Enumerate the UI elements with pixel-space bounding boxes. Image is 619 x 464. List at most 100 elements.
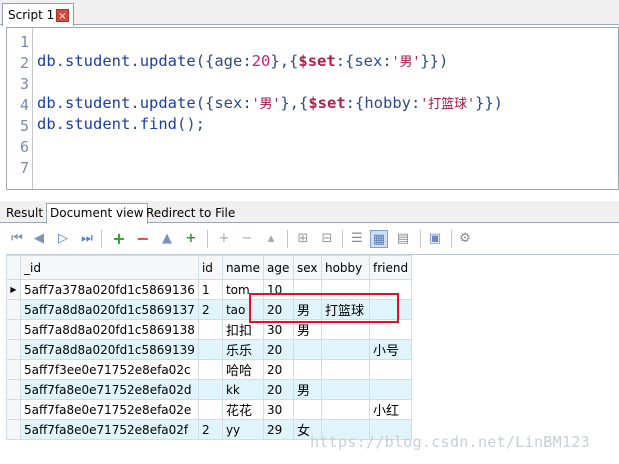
table-cell[interactable]: 乐乐: [221, 339, 264, 360]
table-cell[interactable]: yy: [221, 419, 264, 440]
table-cell[interactable]: 5aff7fa8e0e71752e8efa02d: [20, 379, 199, 400]
table-cell[interactable]: [320, 379, 370, 400]
up-icon[interactable]: ▲: [158, 230, 176, 248]
toolbar-divider: [207, 230, 208, 248]
tab-result[interactable]: Result: [3, 204, 46, 223]
insert-row-icon[interactable]: +: [215, 230, 233, 248]
table-cell[interactable]: 5aff7a8d8a020fd1c5869138: [20, 319, 199, 340]
table-row[interactable]: 5aff7f3ee0e71752e8efa02c 哈哈 20: [6, 359, 413, 380]
code-token: db: [37, 52, 56, 70]
text-view-icon[interactable]: ▤: [394, 230, 412, 248]
column-header[interactable]: _id: [20, 255, 199, 280]
table-cell[interactable]: 5aff7fa8e0e71752e8efa02f: [20, 419, 199, 440]
table-cell[interactable]: [197, 339, 223, 360]
code-line-4: db.student.update({sex:'男'},{$set:{hobby…: [37, 93, 503, 115]
table-cell[interactable]: 男: [292, 379, 322, 400]
row-indicator: [6, 299, 21, 320]
tab-redirect-to-file[interactable]: Redirect to File: [143, 204, 238, 223]
table-cell[interactable]: 哈哈: [221, 359, 264, 380]
line-number: 5: [19, 117, 29, 135]
table-cell[interactable]: [197, 319, 223, 340]
code-token: :{hobby:: [345, 94, 421, 112]
next-icon[interactable]: ▷: [54, 230, 72, 248]
table-cell[interactable]: 29: [262, 419, 294, 440]
table-cell[interactable]: 30: [262, 399, 294, 420]
code-token: ();: [177, 115, 206, 133]
table-row[interactable]: 5aff7fa8e0e71752e8efa02d kk 20 男: [6, 379, 413, 400]
table-cell[interactable]: 5aff7fa8e0e71752e8efa02e: [20, 399, 199, 420]
column-header[interactable]: sex: [292, 255, 322, 280]
toolbar-divider: [451, 230, 452, 248]
script-tab-label: Script 1: [8, 8, 55, 22]
add-icon[interactable]: +: [110, 230, 128, 248]
table-row[interactable]: 5aff7fa8e0e71752e8efa02e 花花 30 小红: [6, 399, 413, 420]
close-icon[interactable]: ×: [56, 9, 69, 22]
column-icon[interactable]: ▴: [262, 230, 280, 248]
table-cell[interactable]: [292, 339, 322, 360]
first-icon[interactable]: ⏮: [8, 230, 26, 248]
table-cell[interactable]: 2: [197, 299, 223, 320]
code-token: .: [130, 52, 140, 70]
code-token: .: [55, 115, 66, 133]
column-header[interactable]: name: [221, 255, 264, 280]
table-cell[interactable]: 2: [197, 419, 223, 440]
table-cell[interactable]: [320, 359, 370, 380]
table-cell[interactable]: [197, 379, 223, 400]
code-token: '打篮球': [420, 97, 475, 112]
table-cell[interactable]: kk: [221, 379, 264, 400]
code-editor[interactable]: 1 2 3 4 5 6 7 db.student.update({age:20}…: [6, 27, 619, 190]
grid-remove-icon[interactable]: ⊟: [318, 230, 336, 248]
code-token: student: [65, 94, 131, 112]
table-cell[interactable]: [292, 399, 322, 420]
export-icon[interactable]: ▣: [426, 230, 444, 248]
column-header[interactable]: friend: [368, 255, 413, 280]
add-copy-icon[interactable]: +: [182, 230, 200, 248]
delete-row-icon[interactable]: −: [238, 230, 256, 248]
line-number: 7: [19, 159, 29, 177]
row-indicator-header: [6, 255, 21, 280]
prev-icon[interactable]: ◀: [30, 230, 48, 248]
code-token: $set: [308, 94, 346, 112]
table-view-icon[interactable]: ▦: [370, 230, 388, 248]
table-cell[interactable]: 20: [262, 339, 294, 360]
table-cell[interactable]: [368, 379, 413, 400]
table-cell[interactable]: 1: [197, 279, 223, 300]
table-cell[interactable]: 5aff7a8d8a020fd1c5869137: [20, 299, 199, 320]
table-cell[interactable]: [197, 399, 223, 420]
table-cell[interactable]: 5aff7a8d8a020fd1c5869139: [20, 339, 199, 360]
code-token: update: [139, 94, 196, 112]
column-header[interactable]: hobby: [320, 255, 370, 280]
line-number: 1: [19, 33, 29, 51]
table-row[interactable]: 5aff7a8d8a020fd1c5869139 乐乐 20 小号: [6, 339, 413, 360]
table-cell[interactable]: 5aff7a378a020fd1c5869136: [20, 279, 199, 300]
table-cell[interactable]: [368, 359, 413, 380]
table-cell[interactable]: 花花: [221, 399, 264, 420]
code-token: '男': [391, 55, 421, 70]
table-cell[interactable]: 小红: [368, 399, 413, 420]
results-table: _id id name age sex hobby friend ▶ 5aff7…: [6, 255, 413, 440]
table-cell[interactable]: 20: [262, 359, 294, 380]
script-tab[interactable]: Script 1 ×: [2, 3, 74, 26]
settings-icon[interactable]: ⚙: [456, 230, 474, 248]
toolbar-divider: [342, 230, 343, 248]
table-cell[interactable]: 小号: [368, 339, 413, 360]
table-cell[interactable]: 5aff7f3ee0e71752e8efa02c: [20, 359, 199, 380]
table-cell[interactable]: 20: [262, 379, 294, 400]
table-cell[interactable]: [197, 359, 223, 380]
grid-icon[interactable]: ⊞: [294, 230, 312, 248]
code-token: }}): [474, 94, 503, 112]
last-icon[interactable]: ⏭: [78, 230, 96, 248]
column-header[interactable]: age: [262, 255, 294, 280]
highlight-box: [249, 293, 399, 323]
table-cell[interactable]: [320, 339, 370, 360]
code-token: .: [130, 94, 140, 112]
code-token: },{: [280, 94, 309, 112]
column-header[interactable]: id: [197, 255, 223, 280]
row-indicator: [6, 419, 21, 440]
tree-view-icon[interactable]: ☰: [348, 230, 366, 248]
remove-icon[interactable]: −: [134, 230, 152, 248]
table-cell[interactable]: [320, 399, 370, 420]
table-cell[interactable]: [292, 359, 322, 380]
tab-document-view[interactable]: Document view: [46, 203, 148, 224]
table-header-row: _id id name age sex hobby friend: [6, 255, 413, 280]
